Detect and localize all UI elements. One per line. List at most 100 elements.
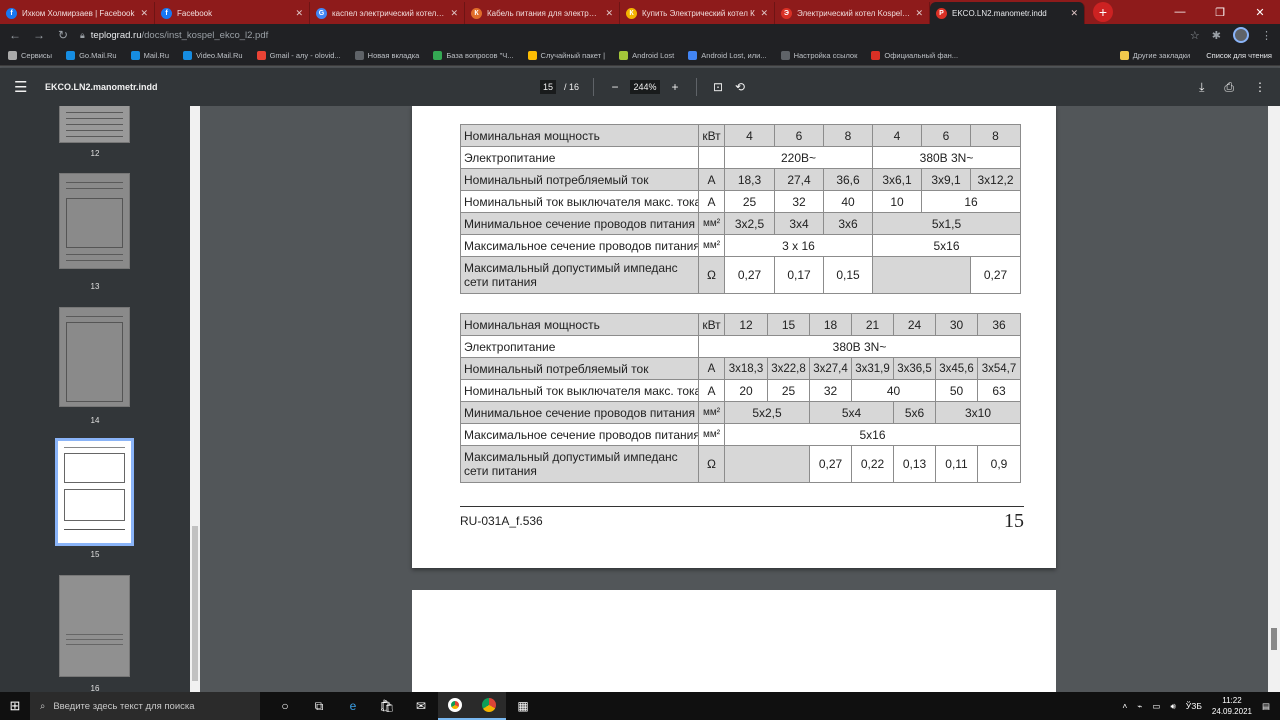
bookmark-item[interactable]: Go.Mail.Ru: [66, 51, 117, 60]
system-tray: ˄ ⌁ ▭ 🔊︎ ЎЗБ 11:22 24.09.2021 ▤: [1122, 695, 1280, 717]
download-icon[interactable]: ⤓: [1199, 80, 1204, 95]
bookmark-item[interactable]: Настройка ссылок: [780, 51, 857, 60]
thumbnail-page-15[interactable]: [55, 438, 134, 546]
maximize-icon[interactable]: ❐: [1200, 6, 1240, 19]
viewer-scrollbar[interactable]: [1268, 106, 1280, 692]
bookmark-item[interactable]: Сервисы: [8, 51, 52, 60]
store-icon[interactable]: 🛍︎: [370, 692, 404, 720]
divider: [696, 78, 698, 96]
close-tab-icon[interactable]: ✕: [1070, 8, 1078, 19]
table-row: Номинальный ток выключателя макс. тока А…: [460, 190, 1021, 213]
viewer-scroll-thumb[interactable]: [1271, 628, 1277, 650]
taskbar-search-input[interactable]: ⌕ Введите здесь текст для поиска: [30, 692, 260, 720]
thumbnail-page-16[interactable]: [59, 575, 130, 677]
thumbnail-label: 13: [90, 282, 100, 291]
close-tab-icon[interactable]: ✕: [605, 8, 613, 19]
close-tab-icon[interactable]: ✕: [140, 8, 148, 19]
sidebar-scrollbar[interactable]: [190, 106, 200, 692]
notifications-icon[interactable]: ▤: [1262, 701, 1270, 712]
edge-icon[interactable]: e: [336, 692, 370, 720]
bookmark-item[interactable]: Android Lost, или...: [688, 51, 767, 60]
forward-icon[interactable]: →: [32, 28, 46, 42]
pdf-page-15: Номинальная мощность кВт 4 6 8 4 6 8 Эле…: [412, 106, 1056, 568]
browser-tab[interactable]: P EKCO.LN2.manometr.indd ✕: [930, 2, 1085, 24]
zoom-in-icon[interactable]: +: [668, 80, 682, 94]
browser-tab[interactable]: f Facebook ✕: [155, 2, 310, 24]
network-icon[interactable]: ⌁: [1137, 701, 1142, 712]
back-icon[interactable]: ←: [8, 28, 22, 42]
browser-tab[interactable]: f Ихком Холмирзаев | Facebook ✕: [0, 2, 155, 24]
other-bookmarks[interactable]: Другие закладки: [1119, 51, 1190, 60]
table-row: Электропитание 380В 3N~: [460, 335, 1021, 358]
tray-chevron-icon[interactable]: ˄: [1122, 701, 1127, 711]
close-tab-icon[interactable]: ✕: [450, 8, 458, 19]
fit-page-icon[interactable]: ⊡: [711, 80, 725, 94]
minimize-icon[interactable]: —: [1160, 6, 1200, 18]
browser-menu-icon[interactable]: ⋮: [1261, 29, 1272, 42]
extensions-icon[interactable]: ✱: [1212, 29, 1221, 42]
page-total: / 16: [564, 82, 580, 92]
calculator-icon[interactable]: ▦: [506, 692, 540, 720]
search-icon: ⌕: [40, 700, 46, 712]
page-number-input[interactable]: 15: [540, 80, 556, 94]
zoom-out-icon[interactable]: −: [608, 80, 622, 94]
browser-tab[interactable]: К Купить Электрический котел К ✕: [620, 2, 775, 24]
clock[interactable]: 11:22 24.09.2021: [1212, 695, 1252, 717]
chrome-icon[interactable]: [438, 692, 472, 720]
table-row: Номинальная мощность кВт 12 15 18 21 24 …: [460, 313, 1021, 336]
close-tab-icon[interactable]: ✕: [915, 8, 923, 19]
cortana-icon[interactable]: ○: [268, 692, 302, 720]
bookmark-favicon-icon: [66, 51, 76, 60]
bookmark-item[interactable]: База вопросов "Ч...: [433, 51, 514, 60]
more-options-icon[interactable]: ⋮: [1254, 80, 1266, 95]
sidebar-scroll-thumb[interactable]: [192, 526, 198, 681]
volume-icon[interactable]: 🔊︎: [1170, 701, 1175, 712]
browser-tab[interactable]: Э Электрический котел Kospel EI ✕: [775, 2, 930, 24]
window-controls: — ❐ ✕: [1160, 0, 1280, 24]
rotate-icon[interactable]: ⟲: [733, 80, 747, 94]
windows-start-icon[interactable]: ⊞: [0, 698, 30, 714]
bookmark-item[interactable]: Случайный пакет |: [527, 51, 605, 60]
tab-favicon-icon: P: [936, 7, 947, 19]
screen-icon[interactable]: ▭: [1152, 701, 1160, 712]
mail-icon[interactable]: ✉: [404, 692, 438, 720]
thumbnail-page-14[interactable]: [59, 307, 130, 407]
bookmark-item[interactable]: Gmail - алу - olovid...: [256, 51, 341, 60]
spec-table-1: Номинальная мощность кВт 4 6 8 4 6 8 Эле…: [460, 124, 1021, 294]
document-code: RU-031A_f.536: [460, 514, 543, 528]
profile-avatar[interactable]: [1233, 27, 1249, 43]
bookmark-star-icon[interactable]: ☆: [1190, 29, 1200, 42]
bookmark-item[interactable]: Video.Mail.Ru: [183, 51, 243, 60]
tab-favicon-icon: К: [626, 7, 637, 19]
reload-icon[interactable]: ↻: [56, 28, 70, 42]
new-tab-button[interactable]: +: [1093, 2, 1113, 22]
thumbnail-page-12[interactable]: [59, 106, 130, 143]
bookmark-favicon-icon: [183, 51, 193, 60]
sidebar-menu-icon[interactable]: ☰: [14, 78, 34, 96]
language-indicator[interactable]: ЎЗБ: [1186, 701, 1202, 711]
browser-tab[interactable]: Gкаспел электрический котел 3(✕: [310, 2, 465, 24]
thumbnail-page-13[interactable]: [59, 173, 130, 269]
pdf-page-16: [412, 590, 1056, 692]
address-bar: ← → ↻ 🔒︎ teplograd.ru/docs/inst_kospel_e…: [0, 24, 1280, 46]
table-row: Номинальный потребляемый ток А 18,3 27,4…: [460, 168, 1021, 191]
url-host: teplograd.ru: [90, 29, 142, 41]
pdf-toolbar: ☰ EKCO.LN2.manometr.indd 15 / 16 − 244% …: [0, 68, 1280, 106]
print-icon[interactable]: ⎙: [1224, 80, 1234, 95]
browser-tab[interactable]: К Кабель питания для электриче ✕: [465, 2, 620, 24]
tab-title: Электрический котел Kospel EI: [797, 8, 911, 18]
tab-title: Ихком Холмирзаев | Facebook: [22, 8, 135, 18]
url-input[interactable]: 🔒︎ teplograd.ru/docs/inst_kospel_ekco_l2…: [80, 26, 1180, 44]
bookmark-item[interactable]: Android Lost: [619, 51, 674, 60]
close-tab-icon[interactable]: ✕: [760, 8, 768, 19]
close-window-icon[interactable]: ✕: [1240, 6, 1280, 19]
lock-icon[interactable]: 🔒︎: [80, 30, 85, 41]
close-tab-icon[interactable]: ✕: [295, 8, 303, 19]
reading-list[interactable]: Список для чтения: [1206, 51, 1272, 60]
zoom-input[interactable]: 244%: [630, 80, 661, 94]
bookmark-item[interactable]: Новая вкладка: [354, 51, 419, 60]
bookmark-item[interactable]: Официальный фан...: [871, 51, 958, 60]
bookmark-item[interactable]: Mail.Ru: [130, 51, 169, 60]
chrome-profile-icon[interactable]: [472, 692, 506, 720]
task-view-icon[interactable]: ⧉: [302, 692, 336, 720]
